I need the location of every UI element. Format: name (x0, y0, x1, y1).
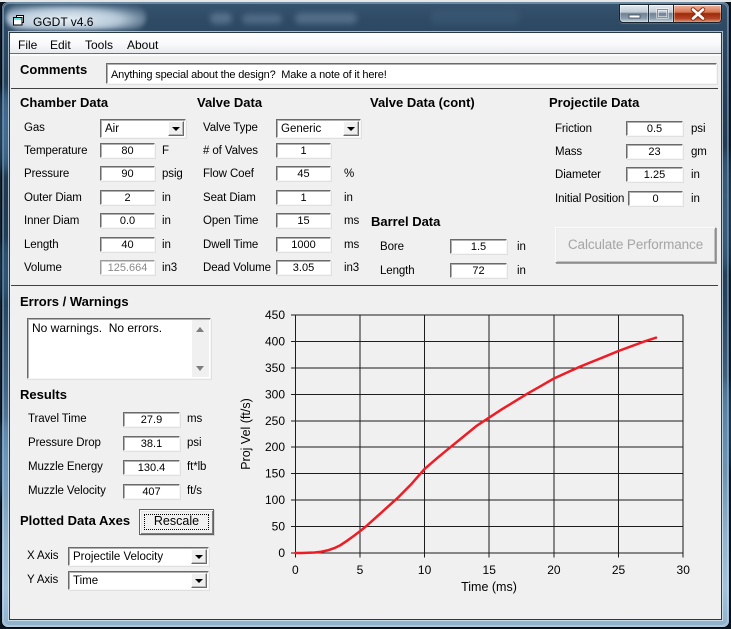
svg-text:5: 5 (357, 563, 364, 577)
svg-text:200: 200 (265, 440, 285, 454)
svg-text:30: 30 (677, 563, 691, 577)
svg-text:Time (ms): Time (ms) (461, 580, 517, 594)
svg-text:450: 450 (265, 308, 285, 322)
svg-text:50: 50 (272, 520, 286, 534)
svg-text:100: 100 (265, 493, 285, 507)
svg-text:Proj Vel (ft/s): Proj Vel (ft/s) (239, 398, 253, 470)
svg-text:300: 300 (265, 387, 285, 401)
svg-text:10: 10 (418, 563, 432, 577)
svg-text:20: 20 (547, 563, 561, 577)
svg-text:250: 250 (265, 414, 285, 428)
svg-text:350: 350 (265, 361, 285, 375)
svg-text:400: 400 (265, 334, 285, 348)
svg-text:25: 25 (612, 563, 626, 577)
svg-text:0: 0 (292, 563, 299, 577)
svg-text:0: 0 (278, 546, 285, 560)
svg-text:150: 150 (265, 467, 285, 481)
svg-text:15: 15 (483, 563, 497, 577)
